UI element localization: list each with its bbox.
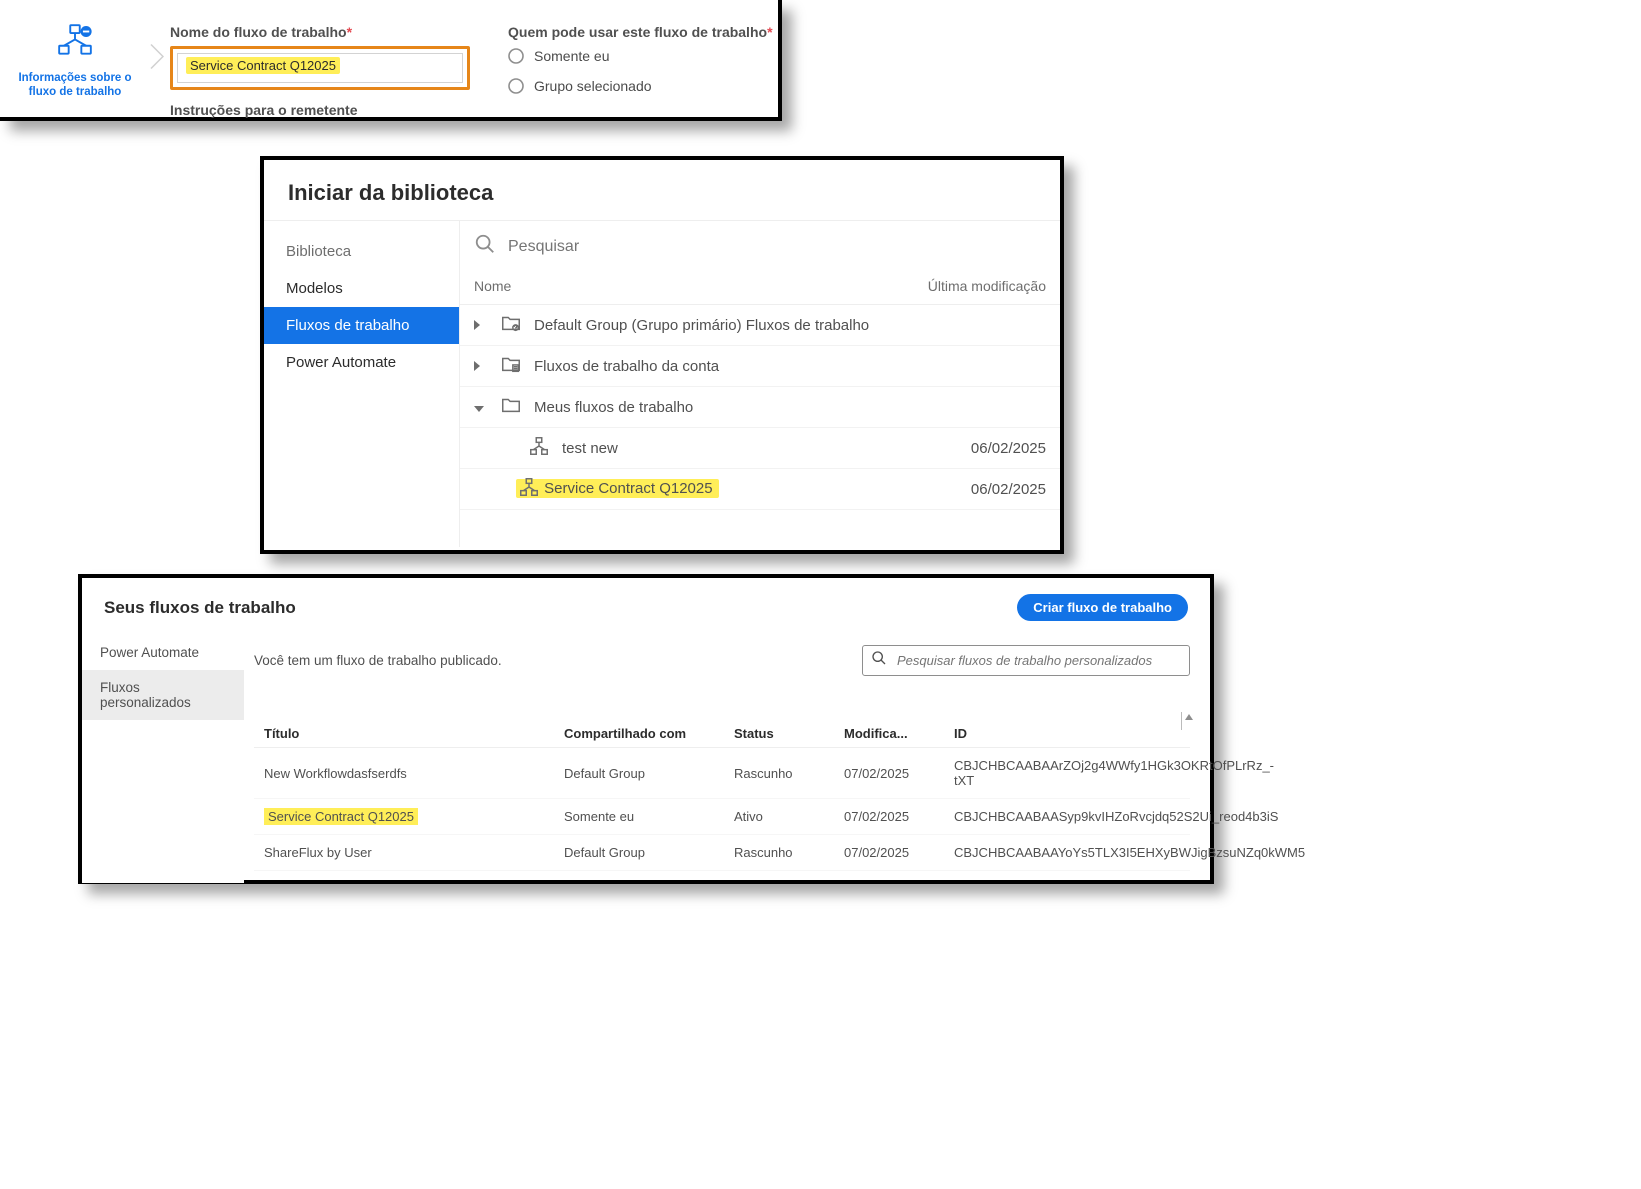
item-name: Service Contract Q12025 [516,476,971,502]
col-compartilhado-com[interactable]: Compartilhado com [564,726,714,741]
caret-right-icon [474,361,480,371]
radio-selected-group-label: Grupo selecionado [534,78,652,94]
col-name: Nome [474,278,511,294]
workflows-sidebar: Power AutomateFluxos personalizados [82,635,244,883]
cell-modified: 07/02/2025 [844,845,934,860]
cell-shared: Default Group [564,766,714,781]
workflows-nav-power-automate[interactable]: Power Automate [82,635,244,670]
workflow-info-panel: Informações sobre o fluxo de trabalho No… [0,0,782,121]
col-status[interactable]: Status [734,726,824,741]
cell-status: Rascunho [734,766,824,781]
workflow-name-highlight-frame: Service Contract Q12025 [170,46,470,90]
library-dialog: Iniciar da biblioteca Biblioteca Modelos… [260,156,1064,554]
folder-icon [500,394,522,420]
table-row[interactable]: Service Contract Q12025 Somente eu Ativo 07… [254,799,1190,835]
workflows-table-header: Título Compartilhado com Status Modifica...… [254,720,1190,748]
radio-only-me[interactable]: Somente eu [508,48,773,64]
table-row[interactable]: ShareFlux by User Default Group Rascunho 07… [254,835,1190,871]
workflow-name-input[interactable]: Service Contract Q12025 [177,53,463,83]
cell-status: Rascunho [734,845,824,860]
library-nav-modelos[interactable]: Modelos [264,270,459,307]
item-name: test new [562,440,971,457]
library-sidebar-header: Biblioteca [264,237,459,270]
workflow-info-step[interactable]: Informações sobre o fluxo de trabalho [0,0,150,117]
workflow-item[interactable]: test new06/02/2025 [460,428,1060,469]
col-t-tulo[interactable]: Título [264,726,544,741]
item-date: 06/02/2025 [971,440,1046,457]
search-icon [871,650,887,671]
cell-title: New Workflowdasfserdfs [264,766,544,781]
folder-org-icon [500,312,522,338]
your-workflows-panel: Seus fluxos de trabalho Criar fluxo de t… [78,574,1214,884]
col-modified: Última modificação [928,278,1046,294]
library-search-input[interactable] [506,237,1046,257]
radio-selected-group[interactable]: Grupo selecionado [508,78,773,94]
cell-title: ShareFlux by User [264,845,544,860]
caret-down-icon [474,406,484,412]
caret-right-icon [474,320,480,330]
item-date: 06/02/2025 [971,481,1046,498]
folder-item[interactable]: Fluxos de trabalho da conta [460,346,1060,387]
workflow-step-icon [0,22,150,65]
library-sidebar: Biblioteca ModelosFluxos de trabalhoPowe… [264,221,459,547]
step-arrow-icon [150,43,164,74]
published-info-text: Você tem um fluxo de trabalho publicado. [254,653,502,668]
workflow-item[interactable]: Service Contract Q1202506/02/2025 [460,469,1060,510]
cell-modified: 07/02/2025 [844,766,934,781]
cell-shared: Somente eu [564,809,714,824]
search-icon [474,233,496,260]
workflows-table-body: New Workflowdasfserdfs Default Group Rascu… [254,748,1190,871]
library-dialog-title: Iniciar da biblioteca [264,160,1060,220]
folder-item[interactable]: Default Group (Grupo primário) Fluxos de… [460,305,1060,346]
workflow-name-label: Nome do fluxo de trabalho* [170,24,470,40]
folder-account-icon [500,353,522,379]
item-name: Fluxos de trabalho da conta [534,358,1046,375]
workflow-icon [528,435,550,461]
sender-instructions-label: Instruções para o remetente [170,102,470,118]
library-search[interactable] [460,221,1060,272]
radio-only-me-label: Somente eu [534,48,610,64]
library-tree: Default Group (Grupo primário) Fluxos de… [460,305,1060,547]
scrollbar-indicator[interactable] [1181,712,1196,730]
cell-modified: 07/02/2025 [844,809,934,824]
workflows-search-input[interactable] [895,652,1181,669]
cell-id: CBJCHBCAABAASyp9kvIHZoRvcjdq52S2Ui_reod4… [954,809,1278,824]
table-row[interactable]: New Workflowdasfserdfs Default Group Rascu… [254,748,1190,799]
col-modifica-[interactable]: Modifica... [844,726,934,741]
create-workflow-button[interactable]: Criar fluxo de trabalho [1017,594,1188,621]
library-nav-power-automate[interactable]: Power Automate [264,344,459,381]
cell-title: Service Contract Q12025 [264,809,544,824]
cell-id: CBJCHBCAABAAYoYs5TLX3I5EHXyBWJigBzsuNZq0… [954,845,1305,860]
col-id[interactable]: ID [954,726,1180,741]
workflows-nav-fluxos-personalizados[interactable]: Fluxos personalizados [82,670,244,720]
folder-item[interactable]: Meus fluxos de trabalho [460,387,1060,428]
cell-shared: Default Group [564,845,714,860]
your-workflows-title: Seus fluxos de trabalho [104,598,296,618]
who-can-use-label: Quem pode usar este fluxo de trabalho* [508,24,773,40]
item-name: Default Group (Grupo primário) Fluxos de… [534,317,1046,334]
item-name: Meus fluxos de trabalho [534,399,1046,416]
cell-id: CBJCHBCAABAArZOj2g4WWfy1HGk3OKRtOfPLrRz_… [954,758,1274,788]
workflow-step-label: Informações sobre o fluxo de trabalho [0,71,150,100]
library-nav-fluxos-de-trabalho[interactable]: Fluxos de trabalho [264,307,459,344]
workflows-search[interactable] [862,645,1190,676]
cell-status: Ativo [734,809,824,824]
